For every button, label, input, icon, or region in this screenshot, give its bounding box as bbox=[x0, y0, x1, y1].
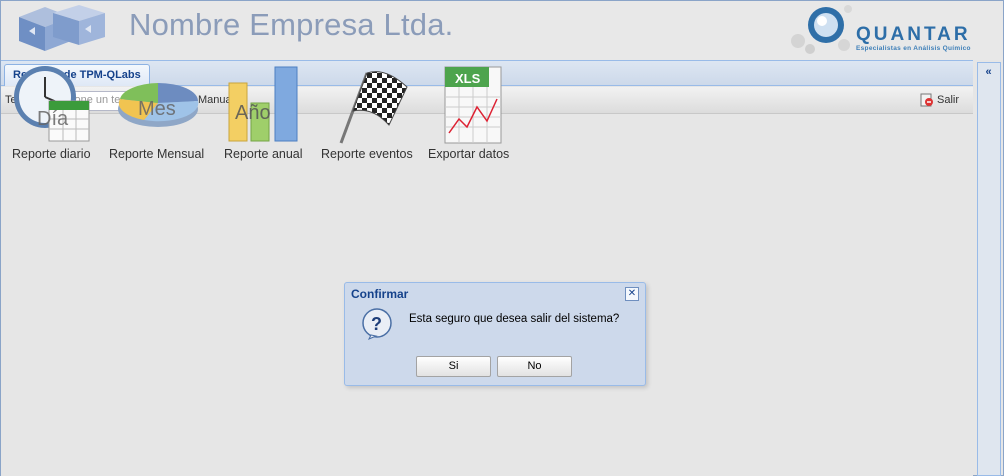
checkered-flag-icon bbox=[339, 71, 408, 144]
exit-door-icon bbox=[920, 93, 933, 107]
brand-name: QUANTAR bbox=[856, 24, 971, 45]
yes-button[interactable]: Si bbox=[416, 356, 491, 377]
company-name: Nombre Empresa Ltda. bbox=[129, 7, 454, 42]
reporte-mensual-label: Reporte Mensual bbox=[109, 147, 205, 161]
xls-text: XLS bbox=[455, 71, 481, 86]
quantar-bubbles-icon bbox=[791, 5, 852, 54]
close-icon[interactable]: ✕ bbox=[625, 287, 639, 301]
expand-panel-icon[interactable]: « bbox=[981, 66, 996, 79]
reporte-anual-label: Reporte anual bbox=[224, 147, 303, 161]
dia-overlay: Día bbox=[37, 108, 69, 130]
east-panel-collapsed: « bbox=[977, 62, 1001, 476]
dialog-message: Esta seguro que desea salir del sistema? bbox=[409, 313, 620, 325]
brand-tagline: Especialistas en Análisis Químico bbox=[856, 45, 971, 52]
confirm-dialog: Confirmar ✕ ? Esta seguro que desea sali… bbox=[344, 282, 646, 386]
app-header: Nombre Empresa Ltda. QUANTAR Especialist… bbox=[1, 1, 1003, 60]
quantar-logo: QUANTAR Especialistas en Análisis Químic… bbox=[786, 3, 986, 57]
exportar-datos-item[interactable]: XLS Exportar datos bbox=[428, 63, 518, 173]
reporte-diario-item[interactable]: Día Reporte diario bbox=[11, 63, 95, 173]
bar-chart-icon: Año bbox=[228, 66, 298, 142]
mes-overlay: Mes bbox=[138, 98, 176, 120]
question-icon: ? bbox=[362, 308, 392, 340]
pie-chart-icon: Mes bbox=[118, 83, 199, 127]
xls-file-icon: XLS bbox=[444, 66, 502, 144]
exportar-datos-label: Exportar datos bbox=[428, 147, 510, 161]
clock-calendar-icon: Día bbox=[14, 66, 90, 142]
reporte-eventos-label: Reporte eventos bbox=[321, 147, 413, 161]
app-window: Nombre Empresa Ltda. QUANTAR Especialist… bbox=[0, 0, 1004, 476]
reporte-anual-item[interactable]: Año Reporte anual bbox=[223, 63, 307, 173]
reporte-diario-label: Reporte diario bbox=[12, 147, 91, 161]
svg-text:?: ? bbox=[371, 314, 382, 334]
reporte-eventos-item[interactable]: Reporte eventos bbox=[321, 63, 417, 173]
ano-overlay: Año bbox=[235, 102, 271, 124]
company-logo-icon bbox=[19, 5, 105, 51]
reporte-mensual-item[interactable]: Mes Reporte Mensual bbox=[109, 63, 209, 173]
salir-label: Salir bbox=[937, 94, 960, 106]
dialog-title: Confirmar bbox=[351, 287, 409, 301]
no-button[interactable]: No bbox=[497, 356, 572, 377]
salir-button[interactable]: Salir bbox=[920, 93, 959, 107]
